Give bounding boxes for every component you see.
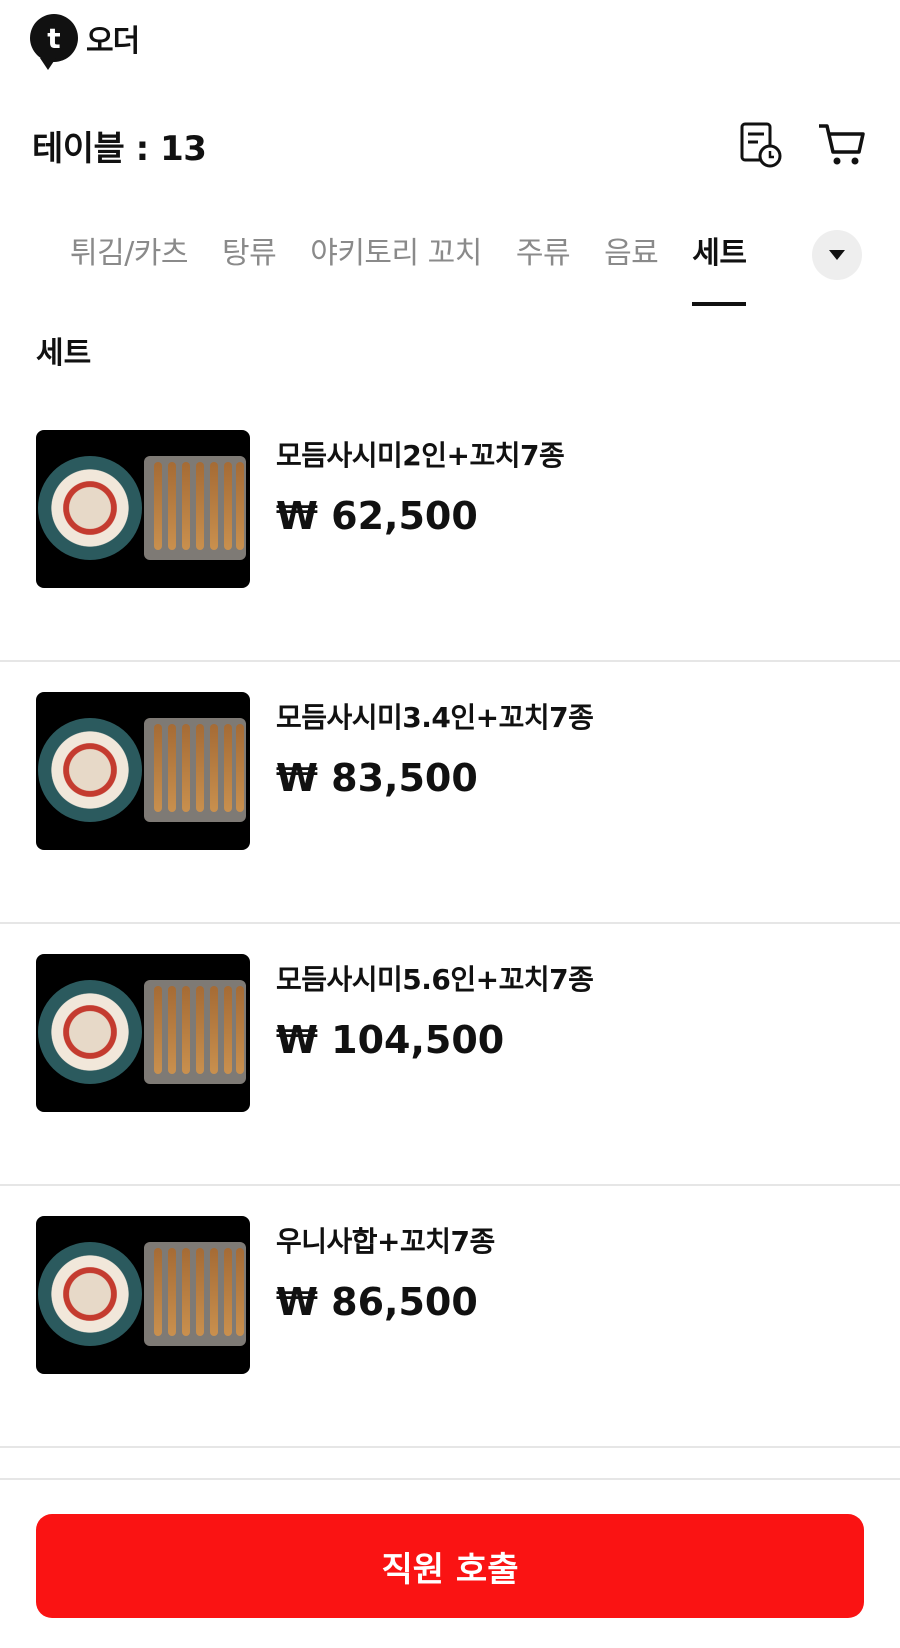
menu-item-image[interactable] [36, 1216, 250, 1374]
menu-item[interactable]: 모듬사시미5.6인+꼬치7종 ₩ 104,500 [0, 924, 900, 1186]
menu-item-image[interactable] [36, 954, 250, 1112]
menu-item-info: 우니사합+꼬치7종 ₩ 86,500 [276, 1216, 495, 1324]
menu-item-image[interactable] [36, 692, 250, 850]
tab-label: 음료 [604, 236, 659, 271]
category-expand-button[interactable] [812, 230, 862, 280]
menu-list: 모듬사시미2인+꼬치7종 ₩ 62,500 모듬사시미3.4인+꼬치7종 ₩ 8… [0, 400, 900, 1448]
tab-item[interactable]: 탕류 [222, 210, 277, 306]
tab-item[interactable]: 야키토리 꼬치 [310, 210, 482, 306]
tab-item[interactable]: 음료 [604, 210, 659, 306]
tab-label: 주류 [515, 236, 571, 271]
tab-item[interactable]: 주류 [515, 210, 571, 306]
header-actions [734, 119, 868, 171]
menu-item-name: 모듬사시미2인+꼬치7종 [276, 439, 565, 472]
logo-mark-letter: t [47, 21, 61, 55]
table-label: 테이블 : 13 [32, 128, 207, 169]
category-tabs: 튀김/카츠 탕류 야키토리 꼬치 주류 음료 세트 [0, 210, 900, 306]
menu-item[interactable]: 모듬사시미2인+꼬치7종 ₩ 62,500 [0, 400, 900, 662]
tab-label: 세트 [692, 236, 747, 271]
tab-item[interactable]: 튀김/카츠 [70, 210, 189, 306]
menu-item-info: 모듬사시미2인+꼬치7종 ₩ 62,500 [276, 430, 565, 538]
cart-icon[interactable] [816, 119, 868, 171]
menu-item-name: 모듬사시미5.6인+꼬치7종 [276, 963, 594, 996]
logo-text: 오더 [86, 24, 140, 59]
caret-down-icon [829, 250, 845, 260]
menu-item-info: 모듬사시미5.6인+꼬치7종 ₩ 104,500 [276, 954, 594, 1062]
menu-item-image[interactable] [36, 430, 250, 588]
call-staff-button[interactable]: 직원 호출 [36, 1514, 864, 1618]
tab-list: 튀김/카츠 탕류 야키토리 꼬치 주류 음료 세트 [70, 210, 747, 306]
call-bar: 직원 호출 [0, 1478, 900, 1648]
menu-item[interactable]: 모듬사시미3.4인+꼬치7종 ₩ 83,500 [0, 662, 900, 924]
menu-item-price: ₩ 62,500 [276, 494, 478, 538]
menu-item-price: ₩ 104,500 [276, 1018, 505, 1062]
tab-label: 탕류 [222, 236, 277, 271]
menu-item-price: ₩ 83,500 [276, 756, 478, 800]
order-history-icon[interactable] [734, 119, 786, 171]
logo-mark-icon: t [30, 14, 78, 70]
tab-label: 튀김/카츠 [70, 236, 189, 271]
section-title: 세트 [36, 336, 92, 371]
menu-item-info: 모듬사시미3.4인+꼬치7종 ₩ 83,500 [276, 692, 594, 800]
header: 테이블 : 13 [32, 110, 868, 180]
menu-item-price: ₩ 86,500 [276, 1280, 478, 1324]
menu-item-name: 모듬사시미3.4인+꼬치7종 [276, 701, 594, 734]
tab-item[interactable]: 세트 [692, 210, 747, 306]
menu-item-name: 우니사합+꼬치7종 [276, 1225, 495, 1258]
app-logo: t 오더 [30, 10, 140, 70]
tab-label: 야키토리 꼬치 [310, 236, 482, 271]
menu-item[interactable]: 우니사합+꼬치7종 ₩ 86,500 [0, 1186, 900, 1448]
